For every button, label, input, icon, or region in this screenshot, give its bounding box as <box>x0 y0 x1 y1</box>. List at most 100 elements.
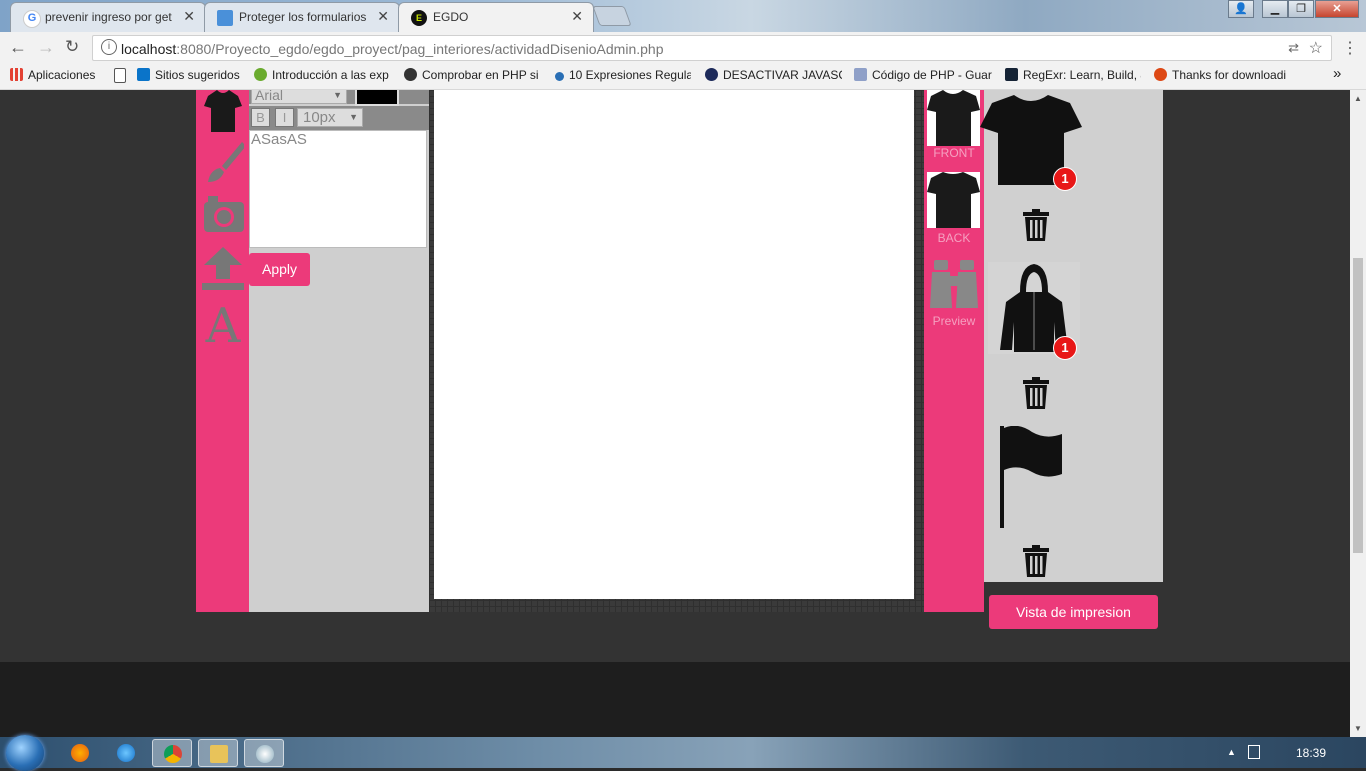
text-input[interactable]: ASasAS <box>249 130 427 248</box>
more-bookmarks-button[interactable]: » <box>1333 65 1341 82</box>
style-row: B I 10px ▼ <box>249 106 429 130</box>
bookmark-regexr[interactable]: RegExr: Learn, Build, & <box>1005 68 1141 82</box>
info-icon[interactable]: i <box>101 39 117 55</box>
bookmark-codigo[interactable]: Código de PHP - Guar <box>854 68 992 82</box>
forward-arrow-icon[interactable]: → <box>37 37 55 58</box>
chevron-down-icon: ▼ <box>333 90 342 100</box>
tshirt-count-badge: 1 <box>1053 167 1077 191</box>
reload-icon[interactable]: ↻ <box>65 37 79 57</box>
egdo-icon: E <box>411 10 427 26</box>
preview-label[interactable]: Preview <box>924 314 984 328</box>
page-footer <box>0 662 1350 737</box>
front-label[interactable]: FRONT <box>924 146 984 160</box>
star-icon <box>705 68 718 81</box>
chevron-down-icon: ▼ <box>349 112 358 122</box>
taskbar-paint[interactable] <box>244 739 284 767</box>
font-family-select[interactable]: Arial ▼ <box>251 90 347 104</box>
bookmark-comprobar[interactable]: Comprobar en PHP si <box>404 68 540 82</box>
close-tab-icon[interactable]: ✕ <box>377 8 389 25</box>
check-icon <box>404 68 417 81</box>
front-view-thumbnail[interactable] <box>927 90 980 146</box>
tshirt-back-icon <box>927 172 980 228</box>
scroll-down-icon[interactable]: ▼ <box>1354 724 1362 733</box>
show-hidden-icons-icon[interactable]: ▲ <box>1227 747 1236 757</box>
tshirt-tool-icon[interactable] <box>202 90 244 134</box>
user-icon[interactable]: 👤 <box>1228 0 1254 18</box>
close-window-button[interactable]: ✕ <box>1315 0 1359 18</box>
page-scrollbar[interactable]: ▲ ▼ <box>1350 90 1366 737</box>
text-color-picker[interactable] <box>355 90 399 106</box>
scroll-thumb[interactable] <box>1353 258 1363 553</box>
start-button[interactable] <box>6 735 44 771</box>
windows-taskbar: ▲ 18:39 <box>0 735 1366 771</box>
taskbar-chrome[interactable] <box>152 739 192 767</box>
font-size-value: 10px <box>303 109 336 126</box>
bookmark-label: Introducción a las exp <box>272 68 389 82</box>
url-text: localhost:8080/Proyecto_egdo/egdo_proyec… <box>121 41 664 57</box>
taskbar-firefox[interactable] <box>60 739 100 767</box>
bookmark-label: Aplicaciones <box>28 68 96 82</box>
bookmark-label: RegExr: Learn, Build, & <box>1023 68 1141 82</box>
upload-icon[interactable] <box>202 247 244 291</box>
bookmark-label: DESACTIVAR JAVASCR <box>723 68 842 82</box>
text-options-panel: Arial ▼ B I 10px ▼ ASasAS Apply <box>249 90 429 612</box>
tool-sidebar: A <box>196 90 249 612</box>
leaf-icon <box>254 68 267 81</box>
font-row: Arial ▼ <box>249 90 429 106</box>
taskbar-explorer[interactable] <box>198 739 238 767</box>
design-canvas[interactable] <box>434 90 914 599</box>
apply-button[interactable]: Apply <box>249 253 310 286</box>
bold-button[interactable]: B <box>251 108 270 127</box>
bookmark-star-icon[interactable]: ☆ <box>1309 38 1323 58</box>
font-size-select[interactable]: 10px ▼ <box>297 108 363 127</box>
items-panel: 1 1 <box>980 90 1163 582</box>
flag-item-icon[interactable] <box>998 426 1064 528</box>
clock[interactable]: 18:39 <box>1296 746 1326 760</box>
paint-icon <box>256 745 274 763</box>
tab-prevenir[interactable]: G prevenir ingreso por get ✕ <box>10 2 206 32</box>
taskbar-ie[interactable] <box>106 739 146 767</box>
tab-egdo[interactable]: E EGDO ✕ <box>398 2 594 32</box>
bookmark-label: Thanks for downloadi <box>1172 68 1287 82</box>
trash-icon[interactable] <box>1023 377 1049 409</box>
tshirt-front-icon <box>927 90 980 146</box>
bookmark-introduccion[interactable]: Introducción a las exp <box>254 68 392 82</box>
bookmark-expresiones[interactable]: 10 Expresiones Regula <box>555 68 691 82</box>
back-arrow-icon[interactable]: ← <box>9 37 27 58</box>
bookmark-thanks[interactable]: Thanks for downloadi <box>1154 68 1292 82</box>
minimize-button[interactable]: ▁ <box>1262 0 1288 18</box>
text-tool-icon[interactable]: A <box>202 300 244 344</box>
new-tab-button[interactable] <box>592 6 632 26</box>
braces-icon <box>854 68 867 81</box>
binoculars-icon[interactable] <box>930 260 978 310</box>
maximize-button[interactable]: ❐ <box>1288 0 1314 18</box>
print-preview-button[interactable]: Vista de impresion <box>989 595 1158 629</box>
regexr-icon <box>1005 68 1018 81</box>
network-icon[interactable] <box>1248 745 1260 759</box>
tab-proteger[interactable]: Proteger los formularios ✕ <box>204 2 400 32</box>
bookmarks-bar: Aplicaciones Sitios sugeridos Introducci… <box>0 63 1366 90</box>
italic-button[interactable]: I <box>275 108 294 127</box>
camera-icon[interactable] <box>202 194 244 238</box>
tab-title: EGDO <box>433 10 469 24</box>
address-bar[interactable]: i localhost:8080/Proyecto_egdo/egdo_proy… <box>92 35 1332 61</box>
close-tab-icon[interactable]: ✕ <box>183 8 195 25</box>
back-view-thumbnail[interactable] <box>927 172 980 228</box>
page-icon <box>114 68 126 83</box>
paintbrush-icon[interactable] <box>202 140 244 184</box>
bookmark-desactivar[interactable]: DESACTIVAR JAVASCR <box>705 68 842 82</box>
menu-icon[interactable]: ⋮ <box>1342 38 1358 58</box>
back-label[interactable]: BACK <box>924 231 984 245</box>
close-tab-icon[interactable]: ✕ <box>571 8 583 25</box>
translate-icon[interactable]: ⇄ <box>1288 40 1299 56</box>
bookmark-sitios[interactable]: Sitios sugeridos <box>137 68 245 82</box>
bookmark-page[interactable] <box>114 68 128 84</box>
trash-icon[interactable] <box>1023 545 1049 577</box>
bookmark-label: Sitios sugeridos <box>155 68 240 82</box>
apps-grid-icon <box>10 68 23 81</box>
scroll-up-icon[interactable]: ▲ <box>1354 94 1362 103</box>
bookmark-aplicaciones[interactable]: Aplicaciones <box>10 68 102 82</box>
bookmark-label: Código de PHP - Guar <box>872 68 992 82</box>
browser-tab-bar: G prevenir ingreso por get ✕ Proteger lo… <box>0 0 1366 32</box>
trash-icon[interactable] <box>1023 209 1049 241</box>
